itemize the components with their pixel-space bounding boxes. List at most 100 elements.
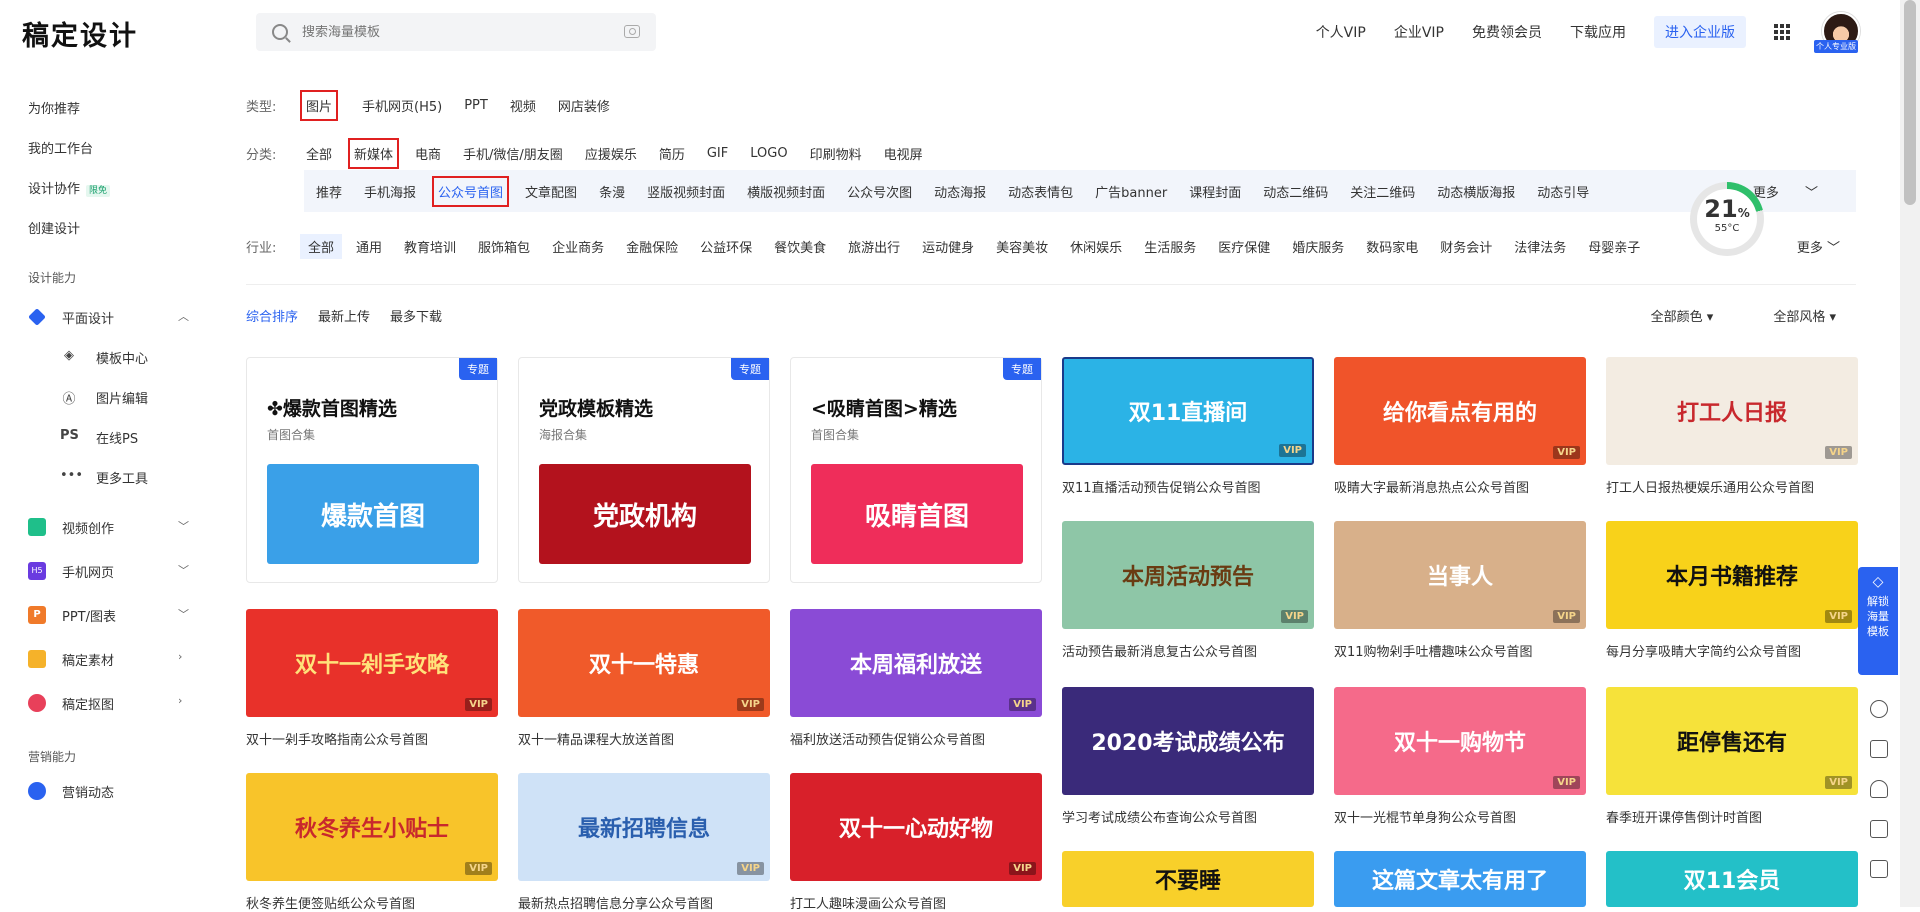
type-image[interactable]: 图片 — [299, 90, 339, 121]
type-shop[interactable]: 网店装修 — [558, 96, 610, 115]
sort-comprehensive[interactable]: 综合排序 — [246, 306, 298, 325]
enter-enterprise-button[interactable]: 进入企业版 — [1654, 16, 1746, 48]
subcat-item[interactable]: 动态横版海报 — [1437, 182, 1515, 201]
template-card[interactable]: 最新招聘信息 VIP 最新热点招聘信息分享公众号首图 — [518, 773, 770, 912]
unlock-templates-button[interactable]: ◇ 解锁海量模板 — [1858, 567, 1898, 675]
subcat-item[interactable]: 动态引导 — [1537, 182, 1589, 201]
template-card[interactable]: 本周活动预告 VIP 活动预告最新消息复古公众号首图 — [1062, 521, 1314, 660]
cat-logo[interactable]: LOGO — [750, 146, 787, 161]
template-card[interactable]: 当事人 VIP 双11购物剁手吐槽趣味公众号首图 — [1334, 521, 1586, 660]
headset-icon[interactable] — [1870, 780, 1888, 798]
cat-ecommerce[interactable]: 电商 — [415, 144, 441, 163]
template-card[interactable]: 秋冬养生小贴士 VIP 秋冬养生便签贴纸公众号首图 — [246, 773, 498, 912]
sort-newest[interactable]: 最新上传 — [318, 306, 370, 325]
template-card[interactable]: 给你看点有用的 VIP 吸睛大字最新消息热点公众号首图 — [1334, 357, 1586, 496]
sidebar-ppt[interactable]: PPT/图表 — [62, 606, 116, 625]
sidebar-marketing[interactable]: 营销动态 — [62, 782, 114, 801]
camera-icon[interactable] — [624, 25, 640, 38]
sidebar-online-ps[interactable]: 在线PS — [96, 428, 138, 447]
sidebar-image-edit[interactable]: 图片编辑 — [96, 388, 148, 407]
subcat-item[interactable]: 条漫 — [599, 182, 625, 201]
sidebar-mobile-web[interactable]: 手机网页 — [62, 562, 114, 581]
nav-enterprise-vip[interactable]: 企业VIP — [1394, 22, 1444, 42]
template-card[interactable]: 本周福利放送 VIP 福利放送活动预告促销公众号首图 — [790, 609, 1042, 748]
chevron-right-icon[interactable]: › — [178, 694, 182, 707]
template-card[interactable]: 双十一心动好物 VIP 打工人趣味漫画公众号首图 — [790, 773, 1042, 912]
template-card[interactable]: 距停售还有 VIP 春季班开课停售倒计时首图 — [1606, 687, 1858, 826]
template-card[interactable]: 双十一特惠 VIP 双十一精品课程大放送首图 — [518, 609, 770, 748]
subcat-item[interactable]: 竖版视频封面 — [647, 182, 725, 201]
type-h5[interactable]: 手机网页(H5) — [362, 96, 442, 115]
cat-mobile[interactable]: 手机/微信/朋友圈 — [463, 144, 563, 163]
scrollbar-thumb[interactable] — [1904, 0, 1916, 205]
subcat-more-button[interactable]: 更多 ﹀ — [1753, 182, 1818, 201]
template-card[interactable]: 本月书籍推荐 VIP 每月分享吸睛大字简约公众号首图 — [1606, 521, 1858, 660]
nav-personal-vip[interactable]: 个人VIP — [1316, 22, 1366, 42]
sidebar-cutout[interactable]: 稿定抠图 — [62, 694, 114, 713]
sidebar-video[interactable]: 视频创作 — [62, 518, 114, 537]
subcat-wechat-cover[interactable]: 公众号首图 — [432, 175, 510, 207]
template-card[interactable]: 打工人日报 VIP 打工人日报热梗娱乐通用公众号首图 — [1606, 357, 1858, 496]
sidebar-item-create[interactable]: 创建设计 — [28, 218, 80, 237]
subcat-item[interactable]: 文章配图 — [525, 182, 577, 201]
search-bar[interactable] — [256, 13, 656, 51]
feedback-icon[interactable] — [1870, 820, 1888, 838]
subcat-item[interactable]: 广告banner — [1095, 182, 1167, 201]
chat-icon[interactable] — [1870, 860, 1888, 878]
chevron-down-icon[interactable]: ﹀ — [178, 606, 189, 622]
sidebar-item-workspace[interactable]: 我的工作台 — [28, 138, 93, 157]
chevron-down-icon[interactable]: ﹀ — [178, 518, 189, 534]
chevron-right-icon[interactable]: › — [178, 650, 182, 663]
ind-item[interactable]: 餐饮美食 — [774, 237, 826, 256]
ind-item[interactable]: 教育培训 — [404, 237, 456, 256]
ind-item[interactable]: 运动健身 — [922, 237, 974, 256]
chevron-down-icon[interactable]: ﹀ — [178, 562, 189, 578]
cat-fan[interactable]: 应援娱乐 — [585, 144, 637, 163]
ind-item[interactable]: 数码家电 — [1366, 237, 1418, 256]
cat-new-media[interactable]: 新媒体 — [348, 138, 400, 169]
collection-card[interactable]: 专题 ✤爆款首图精选 首图合集 爆款首图 — [246, 357, 498, 583]
sidebar-flat-design[interactable]: 平面设计 — [62, 308, 114, 327]
collection-card[interactable]: 专题 党政模板精选 海报合集 党政机构 — [518, 357, 770, 583]
subcat-item[interactable]: 动态海报 — [934, 182, 986, 201]
collection-card[interactable]: 专题 <吸睛首图>精选 首图合集 吸睛首图 — [790, 357, 1042, 583]
sidebar-item-recommend[interactable]: 为你推荐 — [28, 98, 80, 117]
subcat-item[interactable]: 课程封面 — [1189, 182, 1241, 201]
performance-gauge[interactable]: 21% 55°C — [1690, 182, 1764, 256]
type-video[interactable]: 视频 — [510, 96, 536, 115]
subcat-item[interactable]: 动态二维码 — [1263, 182, 1328, 201]
template-card[interactable]: 双十一剁手攻略 VIP 双十一剁手攻略指南公众号首图 — [246, 609, 498, 748]
chevron-up-icon[interactable]: ︿ — [178, 308, 189, 324]
type-ppt[interactable]: PPT — [464, 98, 488, 113]
sidebar-item-collab[interactable]: 设计协作 限免 — [28, 178, 111, 197]
template-card[interactable]: 不要睡 — [1062, 851, 1314, 907]
style-select[interactable]: 全部风格 ▾ — [1743, 306, 1836, 325]
color-select[interactable]: 全部颜色 ▾ — [1621, 306, 1714, 325]
ind-item[interactable]: 公益环保 — [700, 237, 752, 256]
template-card[interactable]: 2020考试成绩公布 学习考试成绩公布查询公众号首图 — [1062, 687, 1314, 826]
ind-item[interactable]: 医疗保健 — [1218, 237, 1270, 256]
industry-more-button[interactable]: 更多 ﹀ — [1797, 237, 1840, 256]
nav-download-app[interactable]: 下载应用 — [1570, 22, 1626, 42]
ind-item[interactable]: 休闲娱乐 — [1070, 237, 1122, 256]
cat-gif[interactable]: GIF — [707, 146, 728, 161]
ind-item[interactable]: 法律法务 — [1514, 237, 1566, 256]
ind-item[interactable]: 美容美妆 — [996, 237, 1048, 256]
subcat-item[interactable]: 公众号次图 — [847, 182, 912, 201]
ind-item[interactable]: 金融保险 — [626, 237, 678, 256]
template-card[interactable]: 双11直播间 VIP 双11直播活动预告促销公众号首图 — [1062, 357, 1314, 496]
ind-item[interactable]: 财务会计 — [1440, 237, 1492, 256]
template-card[interactable]: 这篇文章太有用了 — [1334, 851, 1586, 907]
subcat-item[interactable]: 横版视频封面 — [747, 182, 825, 201]
cat-tv[interactable]: 电视屏 — [884, 144, 923, 163]
nav-free-member[interactable]: 免费领会员 — [1472, 22, 1542, 42]
subcat-item[interactable]: 手机海报 — [364, 182, 416, 201]
cat-resume[interactable]: 简历 — [659, 144, 685, 163]
edit-icon[interactable] — [1870, 740, 1888, 758]
site-logo[interactable]: 稿定设计 — [22, 14, 138, 53]
ind-item[interactable]: 企业商务 — [552, 237, 604, 256]
ind-item[interactable]: 婚庆服务 — [1292, 237, 1344, 256]
ind-item[interactable]: 旅游出行 — [848, 237, 900, 256]
sidebar-material[interactable]: 稿定素材 — [62, 650, 114, 669]
template-card[interactable]: 双十一购物节 VIP 双十一光棍节单身狗公众号首图 — [1334, 687, 1586, 826]
